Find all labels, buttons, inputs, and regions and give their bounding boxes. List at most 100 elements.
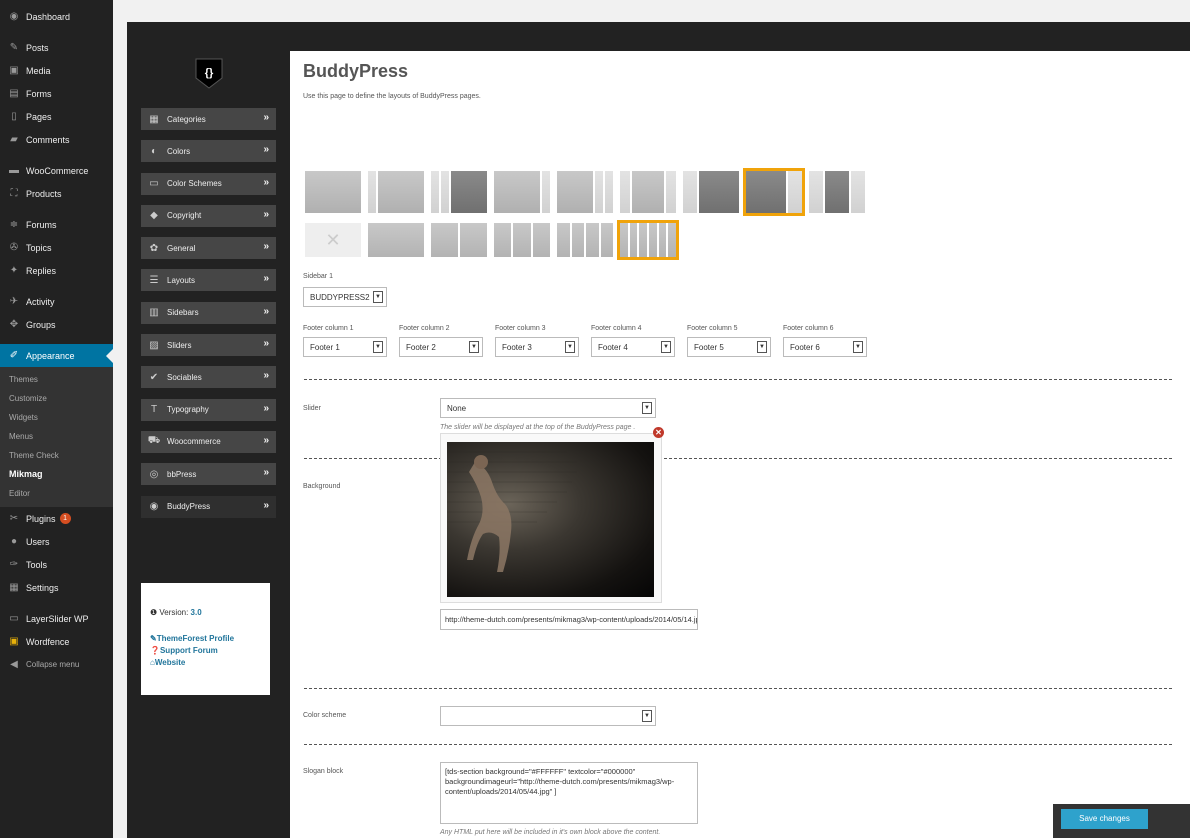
support-forum-link[interactable]: ❓Support Forum <box>150 645 264 657</box>
theme-logo: {} <box>195 58 223 89</box>
menu-replies[interactable]: ✦ Replies <box>0 259 113 282</box>
footer-layout-6col-selected[interactable] <box>617 220 679 260</box>
appearance-submenu: Themes Customize Widgets Menus Theme Che… <box>0 367 113 507</box>
footer-column-3-select[interactable]: Footer 3 ▼ <box>495 337 579 357</box>
layerslider-icon: ▭ <box>9 613 19 624</box>
theme-nav-bbpress[interactable]: ◎ bbPress» <box>141 463 276 486</box>
submenu-mikmag[interactable]: Mikmag <box>0 465 113 484</box>
menu-topics[interactable]: ✇ Topics <box>0 236 113 259</box>
menu-dashboard[interactable]: ◉ Dashboard <box>0 5 113 28</box>
collapse-menu[interactable]: ◀ Collapse menu <box>0 653 113 676</box>
submenu-theme-check[interactable]: Theme Check <box>0 446 113 465</box>
sidebar1-label: Sidebar 1 <box>303 273 333 280</box>
theme-nav-sociables[interactable]: ✔ Sociables» <box>141 366 276 389</box>
slogan-textarea[interactable] <box>440 762 698 824</box>
submenu-menus[interactable]: Menus <box>0 427 113 446</box>
footer-layout-1col[interactable] <box>368 223 424 257</box>
menu-appearance[interactable]: ✐ Appearance <box>0 344 113 367</box>
forums-icon: ≑ <box>9 219 19 230</box>
tag-icon: ◆ <box>150 210 158 222</box>
submenu-themes[interactable]: Themes <box>0 370 113 389</box>
chevron-down-icon: ▼ <box>373 291 383 303</box>
submenu-customize[interactable]: Customize <box>0 389 113 408</box>
chevron-down-icon: ▼ <box>373 341 383 353</box>
footer-layout-2col[interactable] <box>431 223 487 257</box>
theme-nav-sliders[interactable]: ▨ Sliders» <box>141 334 276 357</box>
footer-column-4-select[interactable]: Footer 4 ▼ <box>591 337 675 357</box>
theme-nav-categories[interactable]: ▦ Categories» <box>141 108 276 130</box>
menu-pages[interactable]: ▯ Pages <box>0 105 113 128</box>
menu-settings[interactable]: ▦ Settings <box>0 576 113 599</box>
footer-column-1-select[interactable]: Footer 1 ▼ <box>303 337 387 357</box>
collapse-icon: ◀ <box>10 659 18 670</box>
menu-users[interactable]: ● Users <box>0 530 113 553</box>
menu-woocommerce[interactable]: ▬ WooCommerce <box>0 159 113 182</box>
footer-layout-4col[interactable] <box>557 223 613 257</box>
topics-icon: ✇ <box>9 242 19 253</box>
layout-option-5[interactable] <box>557 171 613 213</box>
footer-column-4-label: Footer column 4 <box>591 325 642 332</box>
menu-forms[interactable]: ▤ Forms <box>0 82 113 105</box>
layout-option-9[interactable] <box>809 171 865 213</box>
menu-comments[interactable]: ▰ Comments <box>0 128 113 151</box>
buddypress-icon: ◉ <box>149 501 159 513</box>
layout-option-4[interactable] <box>494 171 550 213</box>
menu-groups[interactable]: ✥ Groups <box>0 313 113 336</box>
layout-option-1[interactable] <box>305 171 361 213</box>
footer-column-6-select[interactable]: Footer 6 ▼ <box>783 337 867 357</box>
theme-nav-colors[interactable]: ◐ Colors» <box>141 140 276 163</box>
menu-tools[interactable]: ✑ Tools <box>0 553 113 576</box>
footer-layout-none[interactable]: ✕ <box>305 223 361 257</box>
layout-option-8-selected[interactable] <box>743 168 805 216</box>
groups-icon: ✥ <box>9 319 19 330</box>
theme-nav-woocommerce[interactable]: ⛟ Woocommerce» <box>141 430 276 453</box>
theme-nav-general[interactable]: ✿ General» <box>141 237 276 260</box>
layout-option-3[interactable] <box>431 171 487 213</box>
slogan-label: Slogan block <box>303 768 344 775</box>
footer-column-5-select[interactable]: Footer 5 ▼ <box>687 337 771 357</box>
menu-layerslider[interactable]: ▭ LayerSlider WP <box>0 607 113 630</box>
footer-column-6-label: Footer column 6 <box>783 325 834 332</box>
slider-hint: The slider will be displayed at the top … <box>440 424 636 431</box>
divider <box>304 688 1172 689</box>
menu-forums[interactable]: ≑ Forums <box>0 213 113 236</box>
menu-wordfence[interactable]: ▣ Wordfence <box>0 630 113 653</box>
slider-select[interactable]: None ▼ <box>440 398 656 418</box>
layout-options-row <box>305 168 872 216</box>
menu-posts[interactable]: ✎ Posts <box>0 36 113 59</box>
chevron-down-icon: ▼ <box>757 341 767 353</box>
columns-icon: ▥ <box>149 307 159 319</box>
footer-column-2-select[interactable]: Footer 2 ▼ <box>399 337 483 357</box>
media-icon: ▣ <box>9 65 19 76</box>
version-number: 3.0 <box>190 608 202 617</box>
menu-products[interactable]: ⛶ Products <box>0 182 113 205</box>
chevron-right-icon: » <box>263 467 269 479</box>
layout-option-2[interactable] <box>368 171 424 213</box>
theme-nav-copyright[interactable]: ◆ Copyright» <box>141 204 276 227</box>
sidebar1-select[interactable]: BUDDYPRESS2 ▼ <box>303 287 387 307</box>
twitter-icon: ✔ <box>149 371 159 383</box>
chevron-down-icon: ▼ <box>565 341 575 353</box>
color-scheme-select[interactable]: ▼ <box>440 706 656 726</box>
menu-plugins[interactable]: ✂ Plugins 1 <box>0 507 113 530</box>
theme-nav-sidebars[interactable]: ▥ Sidebars» <box>141 301 276 324</box>
theme-nav-color-schemes[interactable]: ▭ Color Schemes» <box>141 172 276 195</box>
layout-option-7[interactable] <box>683 171 739 213</box>
admin-menu: ◉ Dashboard ✎ Posts ▣ Media ▤ Forms ▯ Pages ▰… <box>0 0 113 838</box>
menu-media[interactable]: ▣ Media <box>0 59 113 82</box>
divider <box>304 458 1172 459</box>
remove-image-button[interactable]: ✕ <box>653 427 664 438</box>
website-link[interactable]: ⌂Website <box>150 657 264 669</box>
menu-activity[interactable]: ✈ Activity <box>0 290 113 313</box>
layout-option-6[interactable] <box>620 171 676 213</box>
save-changes-button[interactable]: Save changes <box>1061 809 1148 829</box>
theme-nav-buddypress[interactable]: ◉ BuddyPress» <box>141 495 297 518</box>
submenu-editor[interactable]: Editor <box>0 484 113 503</box>
theme-nav-typography[interactable]: T Typography» <box>141 398 276 421</box>
themeforest-link[interactable]: ✎ThemeForest Profile <box>150 633 264 645</box>
theme-nav-layouts[interactable]: ☰ Layouts» <box>141 269 276 292</box>
background-url-input[interactable]: http://theme-dutch.com/presents/mikmag3/… <box>440 609 698 630</box>
text-icon: T <box>150 404 158 416</box>
submenu-widgets[interactable]: Widgets <box>0 408 113 427</box>
footer-layout-3col[interactable] <box>494 223 550 257</box>
